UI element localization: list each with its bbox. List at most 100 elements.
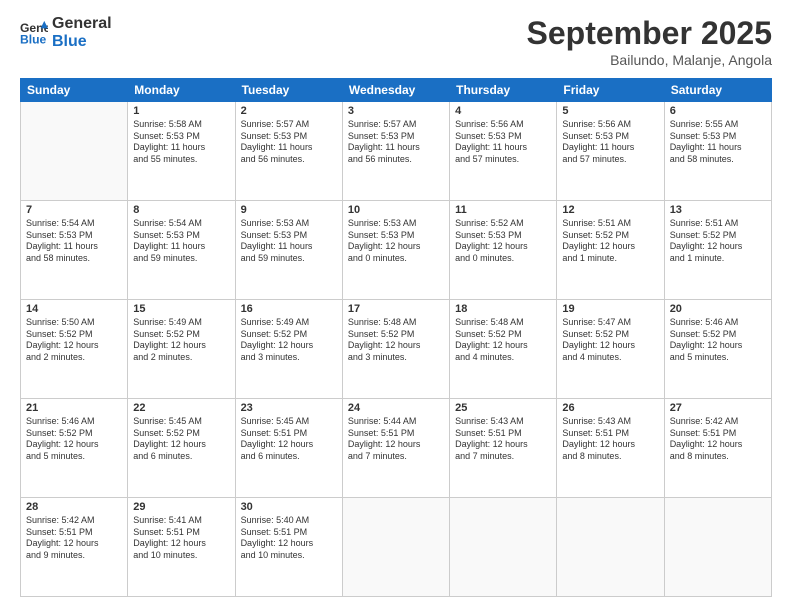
day-info: Sunrise: 5:51 AM Sunset: 5:52 PM Dayligh… [670,218,766,265]
day-number: 1 [133,105,229,117]
day-info: Sunrise: 5:57 AM Sunset: 5:53 PM Dayligh… [241,119,337,166]
calendar-cell: 25 Sunrise: 5:43 AM Sunset: 5:51 PM Dayli… [450,399,557,498]
calendar-cell: 16 Sunrise: 5:49 AM Sunset: 5:52 PM Dayli… [235,300,342,399]
day-info: Sunrise: 5:50 AM Sunset: 5:52 PM Dayligh… [26,317,122,364]
calendar-cell: 12 Sunrise: 5:51 AM Sunset: 5:52 PM Dayli… [557,201,664,300]
day-of-week-header: Saturday [664,79,771,102]
day-info: Sunrise: 5:44 AM Sunset: 5:51 PM Dayligh… [348,416,444,463]
day-number: 25 [455,402,551,414]
day-number: 5 [562,105,658,117]
day-of-week-header: Friday [557,79,664,102]
day-number: 29 [133,501,229,513]
logo-general: General [52,15,112,33]
day-of-week-header: Monday [128,79,235,102]
calendar-week-row: 28 Sunrise: 5:42 AM Sunset: 5:51 PM Dayli… [21,498,772,597]
day-info: Sunrise: 5:52 AM Sunset: 5:53 PM Dayligh… [455,218,551,265]
day-info: Sunrise: 5:46 AM Sunset: 5:52 PM Dayligh… [670,317,766,364]
calendar-week-row: 14 Sunrise: 5:50 AM Sunset: 5:52 PM Dayli… [21,300,772,399]
day-number: 12 [562,204,658,216]
calendar-cell: 9Sunrise: 5:53 AM Sunset: 5:53 PM Daylig… [235,201,342,300]
calendar: SundayMondayTuesdayWednesdayThursdayFrid… [20,78,772,597]
calendar-week-row: 21 Sunrise: 5:46 AM Sunset: 5:52 PM Dayli… [21,399,772,498]
day-number: 11 [455,204,551,216]
day-number: 3 [348,105,444,117]
calendar-cell: 10 Sunrise: 5:53 AM Sunset: 5:53 PM Dayli… [342,201,449,300]
day-number: 23 [241,402,337,414]
day-number: 20 [670,303,766,315]
day-info: Sunrise: 5:45 AM Sunset: 5:51 PM Dayligh… [241,416,337,463]
day-number: 16 [241,303,337,315]
day-number: 28 [26,501,122,513]
title-area: September 2025 Bailundo, Malanje, Angola [527,15,772,68]
month-title: September 2025 [527,15,772,52]
day-number: 15 [133,303,229,315]
day-number: 17 [348,303,444,315]
day-info: Sunrise: 5:49 AM Sunset: 5:52 PM Dayligh… [241,317,337,364]
calendar-week-row: 7 Sunrise: 5:54 AM Sunset: 5:53 PM Daylig… [21,201,772,300]
day-info: Sunrise: 5:58 AM Sunset: 5:53 PM Dayligh… [133,119,229,166]
day-number: 21 [26,402,122,414]
day-number: 13 [670,204,766,216]
calendar-cell: 1 Sunrise: 5:58 AM Sunset: 5:53 PM Daylig… [128,102,235,201]
day-of-week-header: Thursday [450,79,557,102]
day-info: Sunrise: 5:43 AM Sunset: 5:51 PM Dayligh… [455,416,551,463]
day-number: 19 [562,303,658,315]
calendar-header-row: SundayMondayTuesdayWednesdayThursdayFrid… [21,79,772,102]
calendar-cell: 8 Sunrise: 5:54 AM Sunset: 5:53 PM Daylig… [128,201,235,300]
logo-blue: Blue [52,33,112,51]
calendar-cell: 21 Sunrise: 5:46 AM Sunset: 5:52 PM Dayli… [21,399,128,498]
day-number: 6 [670,105,766,117]
calendar-cell: 17 Sunrise: 5:48 AM Sunset: 5:52 PM Dayli… [342,300,449,399]
calendar-cell: 2 Sunrise: 5:57 AM Sunset: 5:53 PM Daylig… [235,102,342,201]
day-number: 27 [670,402,766,414]
calendar-cell: 14 Sunrise: 5:50 AM Sunset: 5:52 PM Dayli… [21,300,128,399]
svg-text:Blue: Blue [20,32,47,46]
day-info: Sunrise: 5:51 AM Sunset: 5:52 PM Dayligh… [562,218,658,265]
day-number: 8 [133,204,229,216]
calendar-cell [664,498,771,597]
calendar-cell: 20 Sunrise: 5:46 AM Sunset: 5:52 PM Dayli… [664,300,771,399]
location: Bailundo, Malanje, Angola [527,52,772,68]
day-info: Sunrise: 5:48 AM Sunset: 5:52 PM Dayligh… [455,317,551,364]
day-number: 22 [133,402,229,414]
logo-icon: General Blue [20,19,48,47]
day-info: Sunrise: 5:48 AM Sunset: 5:52 PM Dayligh… [348,317,444,364]
day-info: Sunrise: 5:55 AM Sunset: 5:53 PM Dayligh… [670,119,766,166]
calendar-cell: 18 Sunrise: 5:48 AM Sunset: 5:52 PM Dayli… [450,300,557,399]
day-of-week-header: Sunday [21,79,128,102]
day-number: 2 [241,105,337,117]
calendar-cell: 23 Sunrise: 5:45 AM Sunset: 5:51 PM Dayli… [235,399,342,498]
day-number: 10 [348,204,444,216]
day-number: 18 [455,303,551,315]
day-info: Sunrise: 5:54 AM Sunset: 5:53 PM Dayligh… [26,218,122,265]
page: General Blue General Blue September 2025… [0,0,792,612]
day-info: Sunrise: 5:42 AM Sunset: 5:51 PM Dayligh… [26,515,122,562]
day-info: Sunrise: 5:56 AM Sunset: 5:53 PM Dayligh… [562,119,658,166]
calendar-cell: 11 Sunrise: 5:52 AM Sunset: 5:53 PM Dayli… [450,201,557,300]
calendar-cell: 6 Sunrise: 5:55 AM Sunset: 5:53 PM Daylig… [664,102,771,201]
day-info: Sunrise: 5:45 AM Sunset: 5:52 PM Dayligh… [133,416,229,463]
day-number: 26 [562,402,658,414]
day-info: Sunrise: 5:56 AM Sunset: 5:53 PM Dayligh… [455,119,551,166]
day-number: 7 [26,204,122,216]
day-number: 24 [348,402,444,414]
day-number: 14 [26,303,122,315]
calendar-cell: 29Sunrise: 5:41 AM Sunset: 5:51 PM Dayli… [128,498,235,597]
header: General Blue General Blue September 2025… [20,15,772,68]
day-info: Sunrise: 5:46 AM Sunset: 5:52 PM Dayligh… [26,416,122,463]
calendar-cell [21,102,128,201]
day-info: Sunrise: 5:54 AM Sunset: 5:53 PM Dayligh… [133,218,229,265]
day-info: Sunrise: 5:42 AM Sunset: 5:51 PM Dayligh… [670,416,766,463]
calendar-cell: 13 Sunrise: 5:51 AM Sunset: 5:52 PM Dayli… [664,201,771,300]
day-info: Sunrise: 5:57 AM Sunset: 5:53 PM Dayligh… [348,119,444,166]
calendar-week-row: 1 Sunrise: 5:58 AM Sunset: 5:53 PM Daylig… [21,102,772,201]
day-info: Sunrise: 5:53 AM Sunset: 5:53 PM Dayligh… [348,218,444,265]
calendar-cell [342,498,449,597]
day-number: 9 [241,204,337,216]
calendar-cell: 3 Sunrise: 5:57 AM Sunset: 5:53 PM Daylig… [342,102,449,201]
day-info: Sunrise: 5:43 AM Sunset: 5:51 PM Dayligh… [562,416,658,463]
calendar-cell: 4Sunrise: 5:56 AM Sunset: 5:53 PM Daylig… [450,102,557,201]
calendar-cell: 26 Sunrise: 5:43 AM Sunset: 5:51 PM Dayli… [557,399,664,498]
calendar-cell [450,498,557,597]
day-number: 30 [241,501,337,513]
